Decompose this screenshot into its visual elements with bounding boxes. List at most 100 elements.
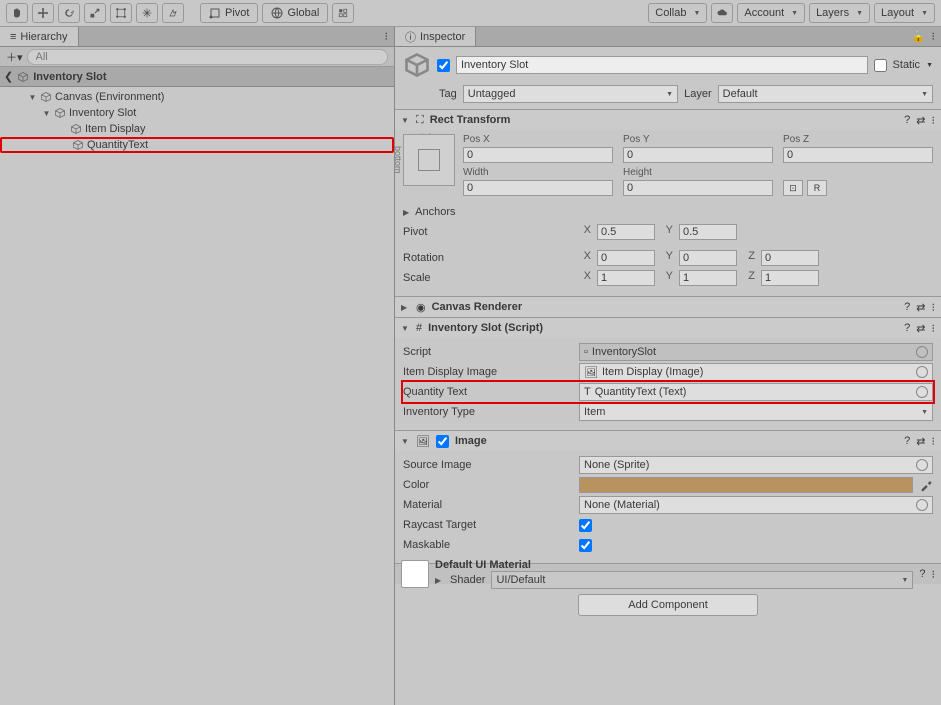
custom-tool-button[interactable] <box>162 3 184 23</box>
inspector-tab[interactable]: ⓘInspector <box>395 27 476 46</box>
shader-value: UI/Default <box>496 574 545 586</box>
layout-dropdown[interactable]: Layout <box>874 3 935 23</box>
posy-field[interactable] <box>623 147 773 163</box>
collab-dropdown[interactable]: Collab <box>648 3 707 23</box>
object-name-field[interactable] <box>456 56 868 74</box>
inventory-type-dropdown[interactable]: Item <box>579 403 933 421</box>
hierarchy-tab[interactable]: ≡Hierarchy <box>0 27 79 46</box>
active-checkbox[interactable] <box>437 59 450 72</box>
raycast-label: Raycast Target <box>403 519 573 531</box>
rotate-tool-button[interactable] <box>58 3 80 23</box>
shader-label: Shader <box>450 574 485 586</box>
rot-y-field[interactable] <box>679 250 737 266</box>
search-input[interactable] <box>27 49 388 65</box>
preset-icon[interactable]: ⇄ <box>916 322 925 335</box>
rot-x-field[interactable] <box>597 250 655 266</box>
layout-label: Layout <box>881 7 914 19</box>
menu-icon[interactable]: ⁝ <box>932 568 936 581</box>
tag-dropdown[interactable]: Untagged <box>463 85 678 103</box>
gameobject-icon <box>403 51 431 79</box>
create-menu[interactable]: ＋▾ <box>6 49 23 65</box>
layers-dropdown[interactable]: Layers <box>809 3 870 23</box>
breadcrumb[interactable]: ❮ Inventory Slot <box>0 67 394 87</box>
width-field[interactable] <box>463 180 613 196</box>
script-value: InventorySlot <box>592 346 656 358</box>
help-icon[interactable]: ? <box>904 435 910 448</box>
preset-icon[interactable]: ⇄ <box>916 301 925 314</box>
pivot-y-field[interactable] <box>679 224 737 240</box>
lock-icon[interactable]: 🔒 <box>912 30 926 43</box>
account-dropdown[interactable]: Account <box>737 3 805 23</box>
canvas-renderer-header[interactable]: ▶◉Canvas Renderer?⇄⁝ <box>395 297 941 317</box>
script-header[interactable]: ▼#Inventory Slot (Script)?⇄⁝ <box>395 318 941 338</box>
pivot-x-field[interactable] <box>597 224 655 240</box>
image-header[interactable]: ▼🖼Image?⇄⁝ <box>395 431 941 451</box>
lock-icon[interactable]: ⁝ <box>385 30 389 43</box>
pivot-button[interactable]: Pivot <box>200 3 258 23</box>
cube-icon <box>40 91 52 103</box>
tree-row-slot[interactable]: ▼Inventory Slot <box>0 105 394 121</box>
menu-icon[interactable]: ⁝ <box>932 322 936 335</box>
object-picker-icon[interactable] <box>916 366 928 378</box>
maskable-checkbox[interactable] <box>579 539 592 552</box>
object-picker-icon[interactable] <box>916 459 928 471</box>
scale-z-field[interactable] <box>761 270 819 286</box>
preset-icon[interactable]: ⇄ <box>916 435 925 448</box>
breadcrumb-back-icon: ❮ <box>4 70 13 83</box>
move-tool-button[interactable] <box>32 3 54 23</box>
hand-tool-button[interactable] <box>6 3 28 23</box>
help-icon[interactable]: ? <box>919 568 925 581</box>
image-title: Image <box>455 435 898 447</box>
posx-field[interactable] <box>463 147 613 163</box>
color-field[interactable] <box>579 477 913 493</box>
global-button[interactable]: Global <box>262 3 328 23</box>
anchor-preset-button[interactable] <box>403 134 455 186</box>
tree-row-quantity[interactable]: QuantityText <box>0 137 394 153</box>
snap-button[interactable] <box>332 3 354 23</box>
rect-transform-header[interactable]: ▼⛶Rect Transform?⇄⁝ <box>395 110 941 130</box>
source-image-value: None (Sprite) <box>584 459 649 471</box>
material-header[interactable]: Default UI Material ▶ShaderUI/Default ?⁝ <box>395 564 941 584</box>
raw-button[interactable]: R <box>807 180 827 196</box>
object-picker-icon[interactable] <box>916 386 928 398</box>
scale-tool-button[interactable] <box>84 3 106 23</box>
help-icon[interactable]: ? <box>904 114 910 127</box>
layer-dropdown[interactable]: Default <box>718 85 933 103</box>
rect-tool-button[interactable] <box>110 3 132 23</box>
source-image-field[interactable]: None (Sprite) <box>579 456 933 474</box>
menu-icon[interactable]: ⁝ <box>932 114 936 127</box>
scale-x-field[interactable] <box>597 270 655 286</box>
item-display-object-field[interactable]: 🖼Item Display (Image) <box>579 363 933 381</box>
height-field[interactable] <box>623 180 773 196</box>
menu-icon[interactable]: ⁝ <box>932 301 936 314</box>
preset-icon[interactable]: ⇄ <box>916 114 925 127</box>
posz-label: Pos Z <box>783 134 933 145</box>
static-checkbox[interactable] <box>874 59 887 72</box>
add-component-button[interactable]: Add Component <box>578 594 758 616</box>
scale-y-field[interactable] <box>679 270 737 286</box>
blueprint-button[interactable]: ⊡ <box>783 180 803 196</box>
raycast-checkbox[interactable] <box>579 519 592 532</box>
object-picker-icon[interactable] <box>916 499 928 511</box>
rot-z-field[interactable] <box>761 250 819 266</box>
tag-label: Tag <box>439 88 457 100</box>
collab-label: Collab <box>655 7 686 19</box>
eyedropper-icon[interactable] <box>919 478 933 492</box>
transform-tool-button[interactable] <box>136 3 158 23</box>
cloud-button[interactable] <box>711 3 733 23</box>
quantity-text-object-field[interactable]: TQuantityText (Text) <box>579 383 933 401</box>
help-icon[interactable]: ? <box>904 322 910 335</box>
menu-icon[interactable]: ⁝ <box>932 435 936 448</box>
anchors-label[interactable]: Anchors <box>415 206 455 218</box>
object-picker-icon[interactable] <box>916 346 928 358</box>
posz-field[interactable] <box>783 147 933 163</box>
material-field[interactable]: None (Material) <box>579 496 933 514</box>
menu-icon[interactable]: ⁝ <box>932 30 936 43</box>
tree-row-item-display[interactable]: Item Display <box>0 121 394 137</box>
shader-dropdown[interactable]: UI/Default <box>491 571 913 589</box>
tree-row-canvas[interactable]: ▼Canvas (Environment) <box>0 89 394 105</box>
hierarchy-tab-label: Hierarchy <box>20 31 67 43</box>
type-field-label: Inventory Type <box>403 406 573 418</box>
image-enabled-checkbox[interactable] <box>436 435 449 448</box>
help-icon[interactable]: ? <box>904 301 910 314</box>
